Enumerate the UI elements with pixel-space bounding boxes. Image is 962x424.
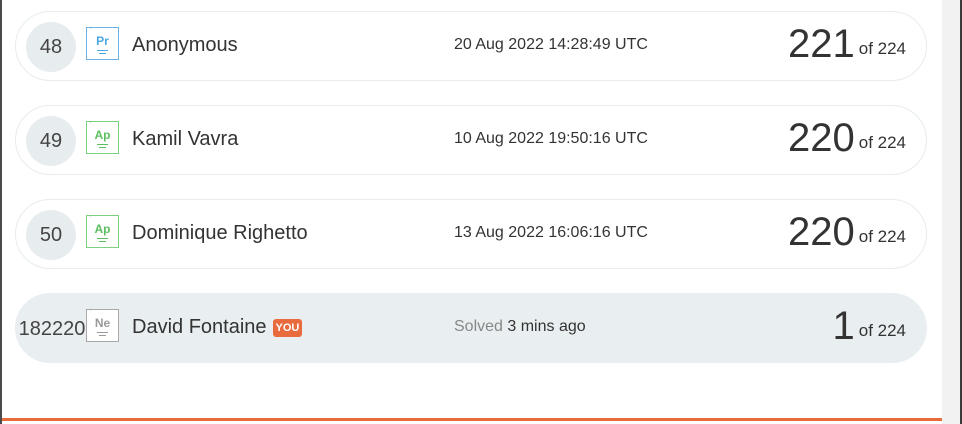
you-badge: YOU — [272, 319, 303, 337]
element-line — [97, 144, 108, 145]
element-number: ' — [90, 309, 92, 316]
leaderboard-row[interactable]: 49 ' Ap Kamil Vavra 10 Aug 2022 19:50:16… — [15, 105, 927, 175]
player-name[interactable]: Kamil Vavra — [132, 128, 238, 151]
element-number: ' — [90, 27, 92, 34]
score-value: 220 — [787, 210, 855, 254]
rank-badge: 48 — [26, 22, 76, 72]
player-name-text[interactable]: David Fontaine — [132, 316, 267, 338]
solve-timestamp: 10 Aug 2022 19:50:16 UTC — [454, 130, 648, 147]
score-value: 221 — [787, 22, 855, 66]
score-value: 1 — [832, 304, 855, 348]
window-left-border — [0, 0, 2, 424]
score: 220 of 224 — [788, 210, 906, 255]
element-line — [97, 238, 108, 239]
element-line — [97, 50, 108, 51]
element-tile-icon: ' Ap — [86, 215, 119, 248]
score: 220 of 224 — [788, 116, 906, 161]
score-total: of 224 — [858, 133, 906, 152]
element-symbol: Ap — [94, 222, 111, 236]
element-symbol: Ap — [94, 128, 111, 142]
element-symbol: Ne — [94, 316, 111, 330]
player-name[interactable]: David Fontaine YOU — [132, 316, 303, 339]
element-tile-icon: ' Pr — [86, 27, 119, 60]
element-line — [99, 335, 106, 336]
score-total: of 224 — [858, 321, 906, 340]
solved-time: 3 mins ago — [507, 318, 586, 335]
score: 1 of 224 — [832, 304, 906, 349]
element-line — [97, 332, 108, 333]
score-total: of 224 — [858, 39, 906, 58]
rank-badge: 50 — [26, 210, 76, 260]
score-total: of 224 — [858, 227, 906, 246]
rank-badge: 49 — [26, 116, 76, 166]
element-symbol: Pr — [96, 34, 109, 48]
accent-divider — [2, 418, 942, 421]
scrollbar-track[interactable] — [942, 0, 962, 424]
solve-timestamp: 13 Aug 2022 16:06:16 UTC — [454, 224, 648, 241]
element-line — [99, 241, 106, 242]
solve-status: Solved 3 mins ago — [454, 318, 586, 336]
leaderboard-row[interactable]: 48 ' Pr Anonymous 20 Aug 2022 14:28:49 U… — [15, 11, 927, 81]
element-tile-icon: ' Ne — [86, 309, 119, 342]
element-tile-icon: ' Ap — [86, 121, 119, 154]
score: 221 of 224 — [788, 22, 906, 67]
solve-timestamp: 20 Aug 2022 14:28:49 UTC — [454, 36, 648, 53]
solved-label: Solved — [454, 318, 503, 335]
element-line — [99, 53, 106, 54]
rank-badge: 182220 — [18, 318, 86, 340]
element-number: ' — [90, 215, 92, 222]
leaderboard-row[interactable]: 50 ' Ap Dominique Righetto 13 Aug 2022 1… — [15, 199, 927, 269]
player-name[interactable]: Anonymous — [132, 34, 238, 57]
element-line — [99, 147, 106, 148]
element-number: ' — [90, 121, 92, 128]
current-user-row[interactable]: 182220 ' Ne David Fontaine YOU Solved 3 m… — [15, 293, 927, 363]
player-name[interactable]: Dominique Righetto — [132, 222, 308, 245]
score-value: 220 — [787, 116, 855, 160]
